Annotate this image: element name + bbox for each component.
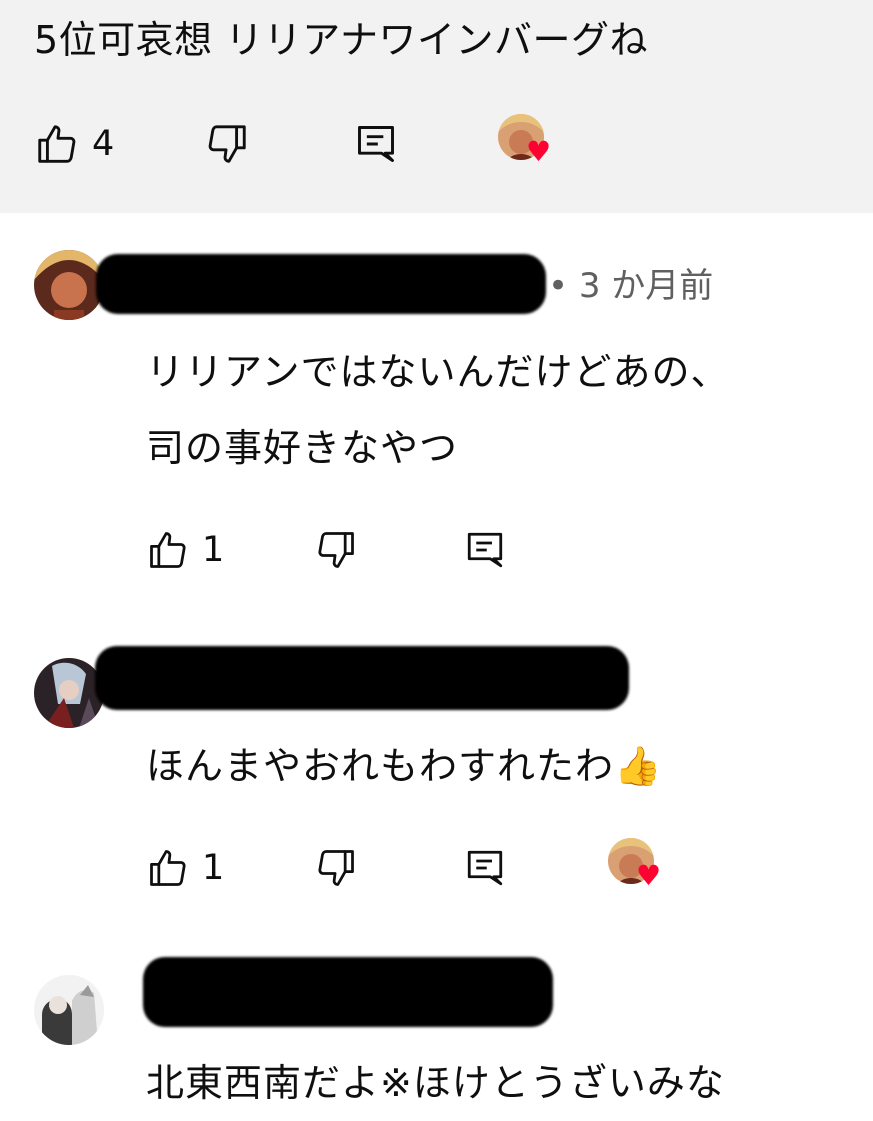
reply-icon (467, 850, 503, 886)
redacted-username (95, 646, 629, 710)
comment-text-line: リリアンではないんだけどあの、 (146, 350, 730, 394)
heart-icon: ♥ (526, 135, 552, 168)
dislike-button[interactable] (204, 114, 250, 174)
like-button[interactable]: 1 (146, 838, 224, 898)
thumb-down-icon (318, 850, 354, 886)
avatar[interactable] (34, 658, 104, 728)
like-button[interactable]: 1 (146, 520, 224, 580)
thumb-up-icon (150, 850, 186, 886)
thumb-up-icon (150, 532, 186, 568)
comment-text-line: 司の事好きなやつ (146, 426, 459, 470)
reply-comment: ほんまやおれもわすれたわ👍 1 ♥ (0, 640, 873, 920)
reply-comment: 北東西南だよ※ほけとうざいみな (0, 955, 873, 1121)
redacted-username (143, 957, 553, 1027)
redacted-username (96, 254, 546, 314)
heart-icon: ♥ (636, 859, 662, 892)
parent-comment-text: 5位可哀想 リリアナワインバーグね (34, 18, 648, 62)
comment-actions: 1 (146, 838, 706, 898)
thumb-down-icon (208, 125, 246, 163)
like-count: 1 (202, 848, 225, 888)
parent-comment-actions: 4 ♥ (34, 114, 634, 174)
like-button[interactable]: 4 (34, 114, 114, 174)
creator-heart[interactable]: ♥ (608, 838, 668, 898)
reply-button[interactable] (464, 838, 506, 898)
reply-button[interactable] (464, 520, 506, 580)
like-count: 1 (202, 530, 225, 570)
dislike-button[interactable] (314, 838, 358, 898)
comment-timestamp: • 3 か月前 (548, 266, 714, 306)
reply-icon (467, 532, 503, 568)
thumb-down-icon (318, 532, 354, 568)
thumb-up-icon (38, 125, 76, 163)
comment-text-line: 北東西南だよ※ほけとうざいみな (146, 1061, 725, 1105)
avatar[interactable] (34, 250, 104, 320)
comment-actions: 1 (146, 520, 646, 580)
like-count: 4 (92, 124, 115, 164)
reply-comment: • 3 か月前 リリアンではないんだけどあの、 司の事好きなやつ 1 (0, 240, 873, 580)
avatar[interactable] (34, 975, 104, 1045)
creator-heart[interactable]: ♥ (498, 114, 558, 174)
comment-text-line: ほんまやおれもわすれたわ👍 (146, 744, 663, 788)
dislike-button[interactable] (314, 520, 358, 580)
parent-comment: 5位可哀想 リリアナワインバーグね 4 ♥ (0, 0, 873, 213)
reply-icon (358, 126, 394, 162)
reply-button[interactable] (354, 114, 398, 174)
